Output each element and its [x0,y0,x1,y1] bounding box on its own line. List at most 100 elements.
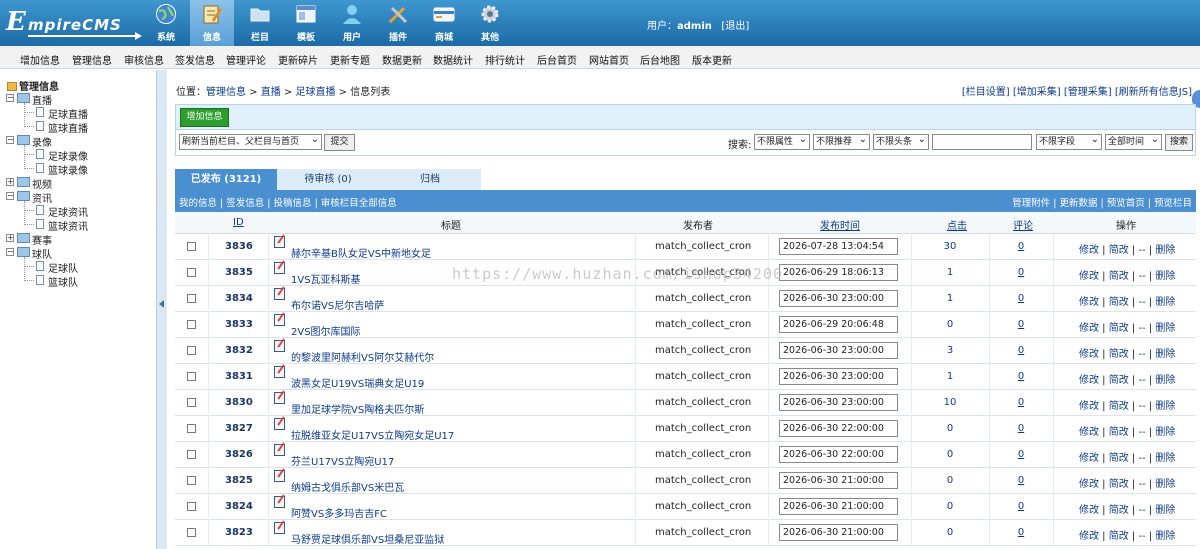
add-info-button[interactable]: 增加信息 [180,108,229,127]
row-comments[interactable]: 0 [989,293,1053,304]
tree-leaf[interactable]: 篮球录像 [48,162,88,177]
row-action-link[interactable]: 修改 [1079,505,1099,516]
row-action-link[interactable]: 修改 [1079,531,1099,542]
row-action-link[interactable]: 修改 [1079,375,1099,386]
nav-user[interactable]: 用户 [330,0,374,46]
row-action-link[interactable]: 修改 [1079,297,1099,308]
row-comments[interactable]: 0 [989,527,1053,538]
row-action-link[interactable]: 修改 [1079,245,1099,256]
row-title[interactable]: 拉脱维亚女足U17VS立陶宛女足U17 [291,427,454,442]
refresh-select[interactable]: 刷新当前栏目、父栏目与首页 [179,134,322,150]
submenu-item[interactable]: 版本更新 [692,52,732,67]
publish-time-field[interactable]: 2026-06-29 18:06:13 [779,264,898,281]
expand-icon[interactable]: + [6,178,14,186]
submenu-item[interactable]: 数据统计 [433,52,473,67]
row-action-link[interactable]: 删除 [1155,245,1175,256]
row-action-link[interactable]: -- [1138,271,1145,282]
row-checkbox[interactable] [187,268,196,277]
linkbar-link[interactable]: 投稿信息 [274,198,312,209]
row-comments[interactable]: 0 [989,319,1053,330]
submenu-item[interactable]: 后台首页 [537,52,577,67]
row-title[interactable]: 的黎波里阿赫利VS阿尔艾赫代尔 [291,349,434,364]
publish-time-field[interactable]: 2026-06-29 20:06:48 [779,316,898,333]
breadcrumb-link[interactable]: 管理信息 [206,87,246,98]
row-comments[interactable]: 0 [989,423,1053,434]
row-action-link[interactable]: -- [1138,401,1145,412]
col-id[interactable]: ID [233,217,244,228]
publish-time-field[interactable]: 2026-06-30 23:00:00 [779,368,898,385]
row-action-link[interactable]: 删除 [1155,297,1175,308]
row-action-link[interactable]: 删除 [1155,505,1175,516]
col-time[interactable]: 发布时间 [820,217,860,232]
tree-leaf[interactable]: 足球录像 [48,148,88,163]
collapse-icon[interactable]: − [6,248,14,256]
linkbar-link[interactable]: 预览首页 [1107,198,1145,209]
submenu-item[interactable]: 管理评论 [226,52,266,67]
row-checkbox[interactable] [187,294,196,303]
row-action-link[interactable]: 删除 [1155,479,1175,490]
row-action-link[interactable]: 简改 [1109,297,1129,308]
row-title[interactable]: 赫尔辛基B队女足VS中新地女足 [291,245,431,260]
tab-archive[interactable]: 归档 [379,169,481,190]
row-id[interactable]: 3833 [225,319,253,330]
row-title[interactable]: 阿赞VS多多玛吉吉FC [291,505,387,520]
top-link[interactable]: [增加采集] [1013,87,1061,98]
row-action-link[interactable]: -- [1138,245,1145,256]
row-id[interactable]: 3835 [225,267,253,278]
row-comments[interactable]: 0 [989,371,1053,382]
tree-node[interactable]: 录像 [32,134,52,149]
nav-tools[interactable]: 插件 [376,0,420,46]
row-comments[interactable]: 0 [989,397,1053,408]
search-input[interactable] [932,134,1032,150]
row-id[interactable]: 3830 [225,397,253,408]
row-title[interactable]: 马舒贾足球俱乐部VS坦桑尼亚监狱 [291,531,444,546]
submenu-item[interactable]: 增加信息 [20,52,60,67]
breadcrumb-link[interactable]: 直播 [261,87,281,98]
row-checkbox[interactable] [187,320,196,329]
linkbar-link[interactable]: 预览栏目 [1154,198,1192,209]
row-action-link[interactable]: 简改 [1109,427,1129,438]
field-select[interactable]: 不限字段 [1036,134,1102,150]
time-select[interactable]: 全部时间 [1105,134,1162,150]
tree-leaf[interactable]: 篮球直播 [48,120,88,135]
publish-time-field[interactable]: 2026-06-30 21:00:00 [779,498,898,515]
row-action-link[interactable]: 简改 [1109,401,1129,412]
publish-time-field[interactable]: 2026-06-30 22:00:00 [779,446,898,463]
row-action-link[interactable]: 删除 [1155,375,1175,386]
row-action-link[interactable]: -- [1138,427,1145,438]
row-action-link[interactable]: 删除 [1155,401,1175,412]
submenu-item[interactable]: 审核信息 [124,52,164,67]
row-action-link[interactable]: 简改 [1109,505,1129,516]
publish-time-field[interactable]: 2026-06-30 23:00:00 [779,394,898,411]
row-comments[interactable]: 0 [989,501,1053,512]
row-action-link[interactable]: 简改 [1109,271,1129,282]
row-comments[interactable]: 0 [989,267,1053,278]
row-title[interactable]: 波黑女足U19VS瑞典女足U19 [291,375,424,390]
headline-filter-select[interactable]: 不限头条 [873,134,929,150]
row-id[interactable]: 3824 [225,501,253,512]
row-action-link[interactable]: 简改 [1109,531,1129,542]
row-action-link[interactable]: 简改 [1109,349,1129,360]
logout-link[interactable]: [退出] [721,21,749,32]
row-id[interactable]: 3836 [225,241,253,252]
row-checkbox[interactable] [187,502,196,511]
tree-leaf[interactable]: 篮球资讯 [48,218,88,233]
row-checkbox[interactable] [187,450,196,459]
submenu-item[interactable]: 后台地图 [640,52,680,67]
row-action-link[interactable]: 简改 [1109,375,1129,386]
row-comments[interactable]: 0 [989,345,1053,356]
row-title[interactable]: 布尔诺VS尼尔吉哈萨 [291,297,384,312]
row-title[interactable]: 里加足球学院VS陶格夫匹尔斯 [291,401,424,416]
top-link[interactable]: [栏目设置] [962,87,1010,98]
tree-node[interactable]: 赛事 [32,232,52,247]
linkbar-link[interactable]: 更新数据 [1059,198,1097,209]
tree-leaf[interactable]: 篮球队 [48,274,78,289]
tree-leaf[interactable]: 足球队 [48,260,78,275]
row-action-link[interactable]: 简改 [1109,245,1129,256]
submenu-item[interactable]: 管理信息 [72,52,112,67]
row-action-link[interactable]: 删除 [1155,453,1175,464]
nav-card[interactable]: 商城 [422,0,466,46]
tree-node[interactable]: 视频 [32,176,52,191]
row-checkbox[interactable] [187,346,196,355]
nav-globe[interactable]: 系统 [144,0,188,46]
